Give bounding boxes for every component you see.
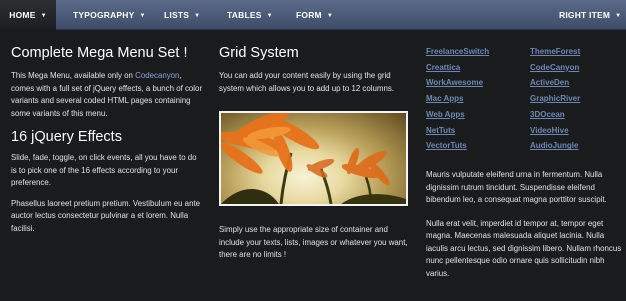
menu-item-label: LISTS [164, 10, 190, 20]
phasellus-paragraph: Phasellus laoreet pretium pretium. Vesti… [11, 198, 201, 233]
mauris-paragraph: Mauris vulputate eleifend urna in fermen… [426, 170, 607, 204]
menu-item-label: HOME [9, 10, 36, 20]
grid-paragraph: You can add your content easily by using… [219, 71, 394, 93]
caret-down-icon: ▼ [139, 13, 146, 19]
heading-mega-menu-set: Complete Mega Menu Set ! [11, 45, 188, 61]
menu-item-home[interactable]: HOME ▼ [0, 0, 56, 30]
column-grid-system: Grid System You can add your content eas… [219, 44, 409, 262]
link-graphicriver[interactable]: GraphicRiver [530, 91, 580, 107]
flower-photo [219, 111, 408, 206]
link-videohive[interactable]: VideoHive [530, 123, 580, 139]
link-codecanyon[interactable]: CodeCanyon [530, 60, 580, 76]
menu-item-label: TABLES [227, 10, 262, 20]
caret-down-icon: ▼ [615, 13, 622, 19]
mega-menu-panel: Complete Mega Menu Set ! This Mega Menu,… [0, 30, 626, 301]
link-mac-apps[interactable]: Mac Apps [426, 91, 489, 107]
heading-grid-system: Grid System [219, 45, 299, 61]
flower-image [221, 113, 406, 204]
caret-down-icon: ▼ [194, 13, 201, 19]
link-freelanceswitch[interactable]: FreelanceSwitch [426, 44, 489, 60]
link-web-apps[interactable]: Web Apps [426, 107, 489, 123]
link-themeforest[interactable]: ThemeForest [530, 44, 580, 60]
heading-jquery-effects: 16 jQuery Effects [11, 129, 122, 145]
column-links: FreelanceSwitch Creattica WorkAwesome Ma… [426, 44, 622, 280]
effects-paragraph: Slide, fade, toggle, on click events, al… [11, 153, 197, 187]
link-list-left: FreelanceSwitch Creattica WorkAwesome Ma… [426, 44, 489, 154]
caret-down-icon: ▼ [40, 13, 47, 19]
caret-down-icon: ▼ [266, 13, 273, 19]
link-creattica[interactable]: Creattica [426, 60, 489, 76]
caret-down-icon: ▼ [326, 13, 333, 19]
link-3docean[interactable]: 3DOcean [530, 107, 580, 123]
menu-item-form[interactable]: FORM ▼ [296, 0, 333, 30]
nulla-paragraph: Nulla erat velit, imperdiet id tempor at… [426, 218, 622, 278]
menu-item-label: TYPOGRAPHY [73, 10, 135, 20]
link-activeden[interactable]: ActiveDen [530, 75, 580, 91]
column-intro: Complete Mega Menu Set ! This Mega Menu,… [11, 44, 203, 235]
link-workawesome[interactable]: WorkAwesome [426, 75, 489, 91]
intro-text-before: This Mega Menu, available only on [11, 71, 136, 80]
intro-paragraph: This Mega Menu, available only on Codeca… [11, 70, 203, 120]
menu-item-tables[interactable]: TABLES ▼ [227, 0, 273, 30]
menu-item-label: RIGHT ITEM [559, 10, 611, 20]
codecanyon-link[interactable]: Codecanyon [135, 71, 179, 80]
container-paragraph: Simply use the appropriate size of conta… [219, 225, 408, 259]
menu-item-typography[interactable]: TYPOGRAPHY ▼ [73, 0, 146, 30]
link-nettuts[interactable]: NetTuts [426, 123, 489, 139]
link-list-right: ThemeForest CodeCanyon ActiveDen Graphic… [530, 44, 580, 154]
menu-item-right-item[interactable]: RIGHT ITEM ▼ [559, 0, 621, 30]
menu-item-label: FORM [296, 10, 322, 20]
main-menu-bar: HOME ▼ TYPOGRAPHY ▼ LISTS ▼ TABLES ▼ FORM ▼ R… [0, 0, 626, 30]
link-lists: FreelanceSwitch Creattica WorkAwesome Ma… [426, 44, 622, 162]
menu-item-lists[interactable]: LISTS ▼ [164, 0, 200, 30]
link-vectortuts[interactable]: VectorTuts [426, 138, 489, 154]
link-audiojungle[interactable]: AudioJungle [530, 138, 580, 154]
